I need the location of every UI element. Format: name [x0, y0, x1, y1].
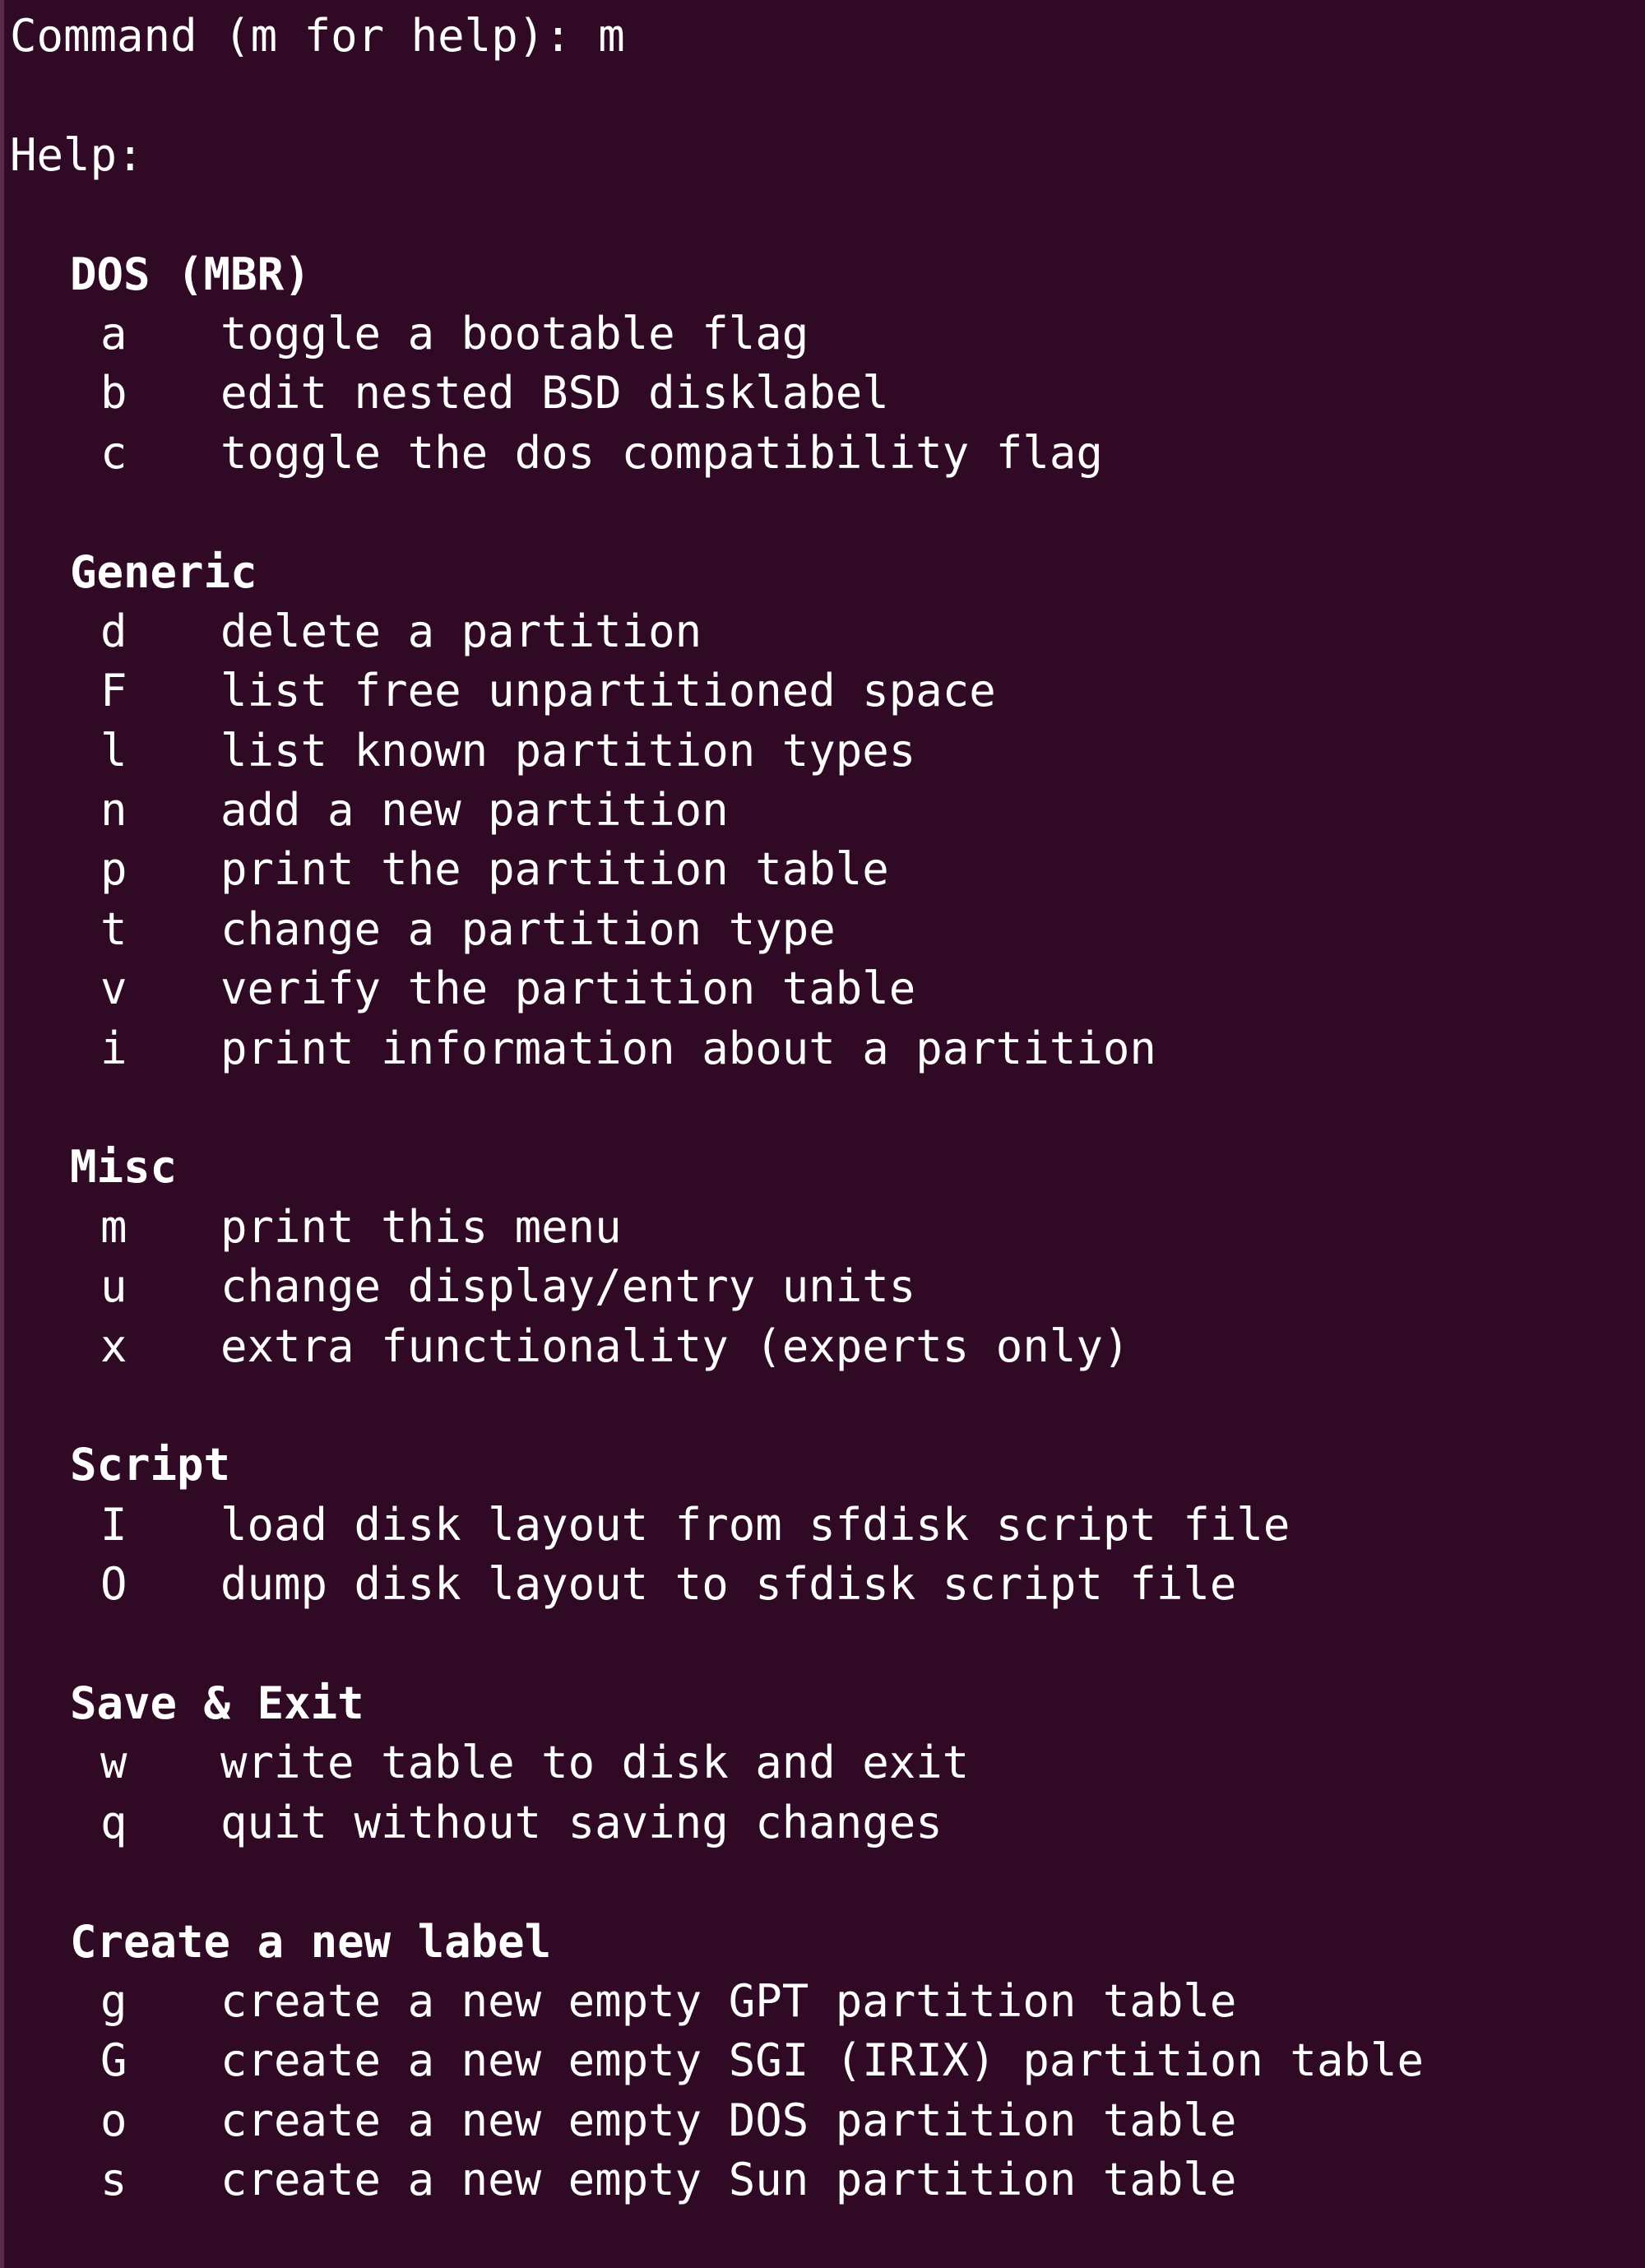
command-description: quit without saving changes: [220, 1796, 943, 1848]
command-row: Flist free unpartitioned space: [0, 661, 1645, 721]
command-row: n add a new partition: [0, 781, 1645, 840]
command-description: edit nested BSD disklabel: [220, 367, 889, 420]
command-description: toggle a bootable flag: [220, 307, 809, 359]
command-row: t change a partition type: [0, 900, 1645, 959]
command-description: change a partition type: [220, 902, 836, 955]
command-key: n: [100, 784, 127, 837]
command-row: v verify the partition table: [0, 959, 1645, 1018]
command-description: create a new empty Sun partition table: [220, 2154, 1237, 2206]
command-key: w: [100, 1737, 127, 1789]
command-description: list known partition types: [220, 724, 916, 777]
command-key: b: [100, 367, 127, 420]
section-heading: Generic: [70, 545, 257, 598]
command-description: print information about a partition: [220, 1022, 1156, 1074]
command-row: l list known partition types: [0, 721, 1645, 781]
command-description: create a new empty SGI (IRIX) partition …: [220, 2034, 1424, 2087]
command-key: v: [100, 962, 127, 1015]
prompt-label: Command (m for help):: [10, 10, 599, 62]
command-row: a toggle a bootable flag: [0, 304, 1645, 364]
command-key: g: [100, 1974, 127, 2027]
command-key: i: [100, 1022, 127, 1074]
command-row: d delete a partition: [0, 602, 1645, 661]
command-key: O: [100, 1558, 127, 1611]
command-key: m: [100, 1200, 127, 1253]
command-key: I: [100, 1498, 127, 1551]
command-prompt-line: Command (m for help): m: [0, 7, 1645, 66]
section-heading: Create a new label: [70, 1915, 552, 1968]
command-key: G: [100, 2034, 127, 2087]
command-key: l: [100, 724, 127, 777]
command-row: u change display/entry units: [0, 1257, 1645, 1316]
command-description: delete a partition: [220, 605, 702, 657]
command-description: verify the partition table: [220, 962, 916, 1015]
command-row: Iload disk layout from sfdisk script fil…: [0, 1496, 1645, 1555]
command-description: dump disk layout to sfdisk script file: [220, 1558, 1237, 1611]
command-key: s: [100, 2154, 127, 2206]
command-row: x extra functionality (experts only): [0, 1317, 1645, 1376]
command-description: add a new partition: [220, 784, 729, 837]
command-row: i print information about a partition: [0, 1019, 1645, 1078]
command-description: create a new empty DOS partition table: [220, 2094, 1237, 2146]
command-description: print this menu: [220, 1200, 622, 1253]
section-heading: DOS (MBR): [70, 248, 311, 300]
command-row: s create a new empty Sun partition table: [0, 2150, 1645, 2210]
window-edge: [0, 0, 4, 2268]
command-row: c toggle the dos compatibility flag: [0, 424, 1645, 483]
command-description: create a new empty GPT partition table: [220, 1974, 1237, 2027]
command-description: list free unpartitioned space: [220, 665, 996, 717]
command-key: F: [100, 665, 127, 717]
command-key: q: [100, 1796, 127, 1848]
help-label: Help:: [10, 128, 144, 181]
command-key: c: [100, 426, 127, 479]
help-sections: DOS (MBR) a toggle a bootable flag b edit ne…: [0, 185, 1645, 2210]
command-key: o: [100, 2094, 127, 2146]
command-row: b edit nested BSD disklabel: [0, 364, 1645, 423]
command-description: change display/entry units: [220, 1260, 916, 1313]
command-row: w write table to disk and exit: [0, 1733, 1645, 1793]
command-row: m print this menu: [0, 1198, 1645, 1257]
command-key: u: [100, 1260, 127, 1313]
command-key: d: [100, 605, 127, 657]
command-row: q quit without saving changes: [0, 1793, 1645, 1853]
command-row: p print the partition table: [0, 840, 1645, 899]
command-description: write table to disk and exit: [220, 1737, 970, 1789]
command-row: g create a new empty GPT partition table: [0, 1972, 1645, 2031]
terminal-window[interactable]: Command (m for help): m Help: DOS (MBR) a…: [0, 0, 1645, 2268]
command-key: x: [100, 1320, 127, 1372]
section-heading: Save & Exit: [70, 1677, 364, 1729]
command-row: o create a new empty DOS partition table: [0, 2091, 1645, 2150]
command-key: p: [100, 843, 127, 896]
prompt-input[interactable]: m: [598, 10, 625, 62]
section-heading: Misc: [70, 1141, 178, 1194]
command-description: extra functionality (experts only): [220, 1320, 1130, 1372]
command-key: t: [100, 902, 127, 955]
command-description: toggle the dos compatibility flag: [220, 426, 1103, 479]
command-row: Gcreate a new empty SGI (IRIX) partition…: [0, 2031, 1645, 2090]
command-description: load disk layout from sfdisk script file: [220, 1498, 1291, 1551]
section-heading: Script: [70, 1439, 231, 1491]
command-row: Odump disk layout to sfdisk script file: [0, 1555, 1645, 1614]
command-key: a: [100, 307, 127, 359]
command-description: print the partition table: [220, 843, 889, 896]
